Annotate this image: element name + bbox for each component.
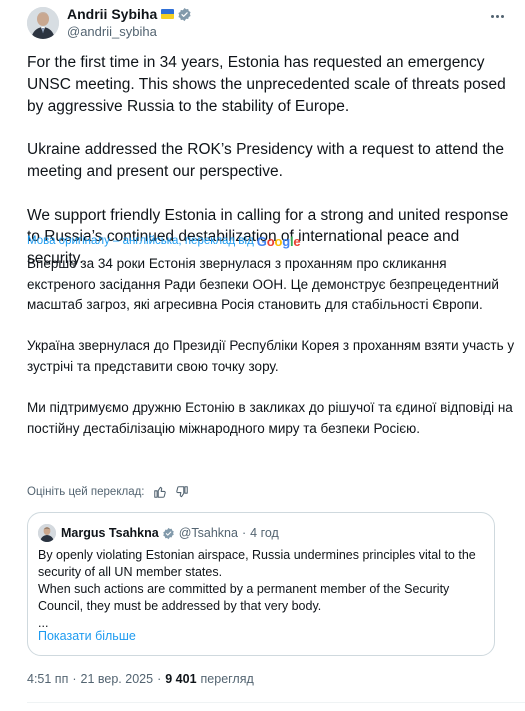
quoted-handle: @Tsahkna — [178, 526, 238, 540]
ukraine-flag-icon — [161, 9, 175, 19]
tweet: Andrii Sybiha @andrii_sybiha For the fir… — [0, 0, 525, 711]
verified-badge-icon — [178, 7, 191, 21]
show-more-link[interactable]: Показати більше — [38, 629, 136, 643]
quoted-avatar — [38, 524, 56, 542]
views-count: 9 401 — [165, 672, 197, 686]
meta-separator: · — [72, 672, 77, 686]
post-text-translated: Вперше за 34 роки Естонія звернулася з п… — [27, 256, 515, 436]
translation-note-label: Мова оригіналу – англійська, переклад ві… — [27, 235, 254, 247]
views-label: перегляд — [200, 672, 254, 686]
more-options-button[interactable] — [487, 8, 507, 24]
quoted-time: 4 год — [250, 526, 279, 540]
author-display-name[interactable]: Andrii Sybiha — [67, 6, 157, 22]
avatar[interactable] — [27, 7, 59, 39]
quoted-post-header: Margus Tsahkna @Tsahkna · 4 год — [38, 524, 279, 542]
tweet-header: Andrii Sybiha @andrii_sybiha — [27, 4, 513, 44]
thumbs-up-icon[interactable] — [153, 485, 167, 499]
rate-translation-label: Оцініть цей переклад: — [27, 486, 145, 498]
post-time[interactable]: 4:51 пп — [27, 672, 68, 686]
post-meta: 4:51 пп · 21 вер. 2025 · 9 401 перегляд — [27, 670, 254, 688]
quoted-post-text: By openly violating Estonian airspace, R… — [38, 548, 476, 630]
post-date[interactable]: 21 вер. 2025 — [81, 672, 154, 686]
rate-translation: Оцініть цей переклад: — [27, 483, 189, 501]
divider — [27, 702, 525, 703]
author-handle[interactable]: @andrii_sybiha — [67, 24, 192, 39]
translation-note[interactable]: Мова оригіналу – англійська, переклад ві… — [27, 233, 301, 249]
quoted-separator: · — [241, 526, 247, 540]
google-logo: Google — [256, 233, 301, 249]
meta-separator-2: · — [157, 672, 162, 686]
author-names: Andrii Sybiha @andrii_sybiha — [67, 5, 192, 39]
verified-badge-icon — [162, 527, 174, 539]
quoted-post[interactable]: Margus Tsahkna @Tsahkna · 4 год By openl… — [27, 512, 495, 656]
thumbs-down-icon[interactable] — [175, 485, 189, 499]
quoted-display-name: Margus Tsahkna — [61, 526, 159, 540]
